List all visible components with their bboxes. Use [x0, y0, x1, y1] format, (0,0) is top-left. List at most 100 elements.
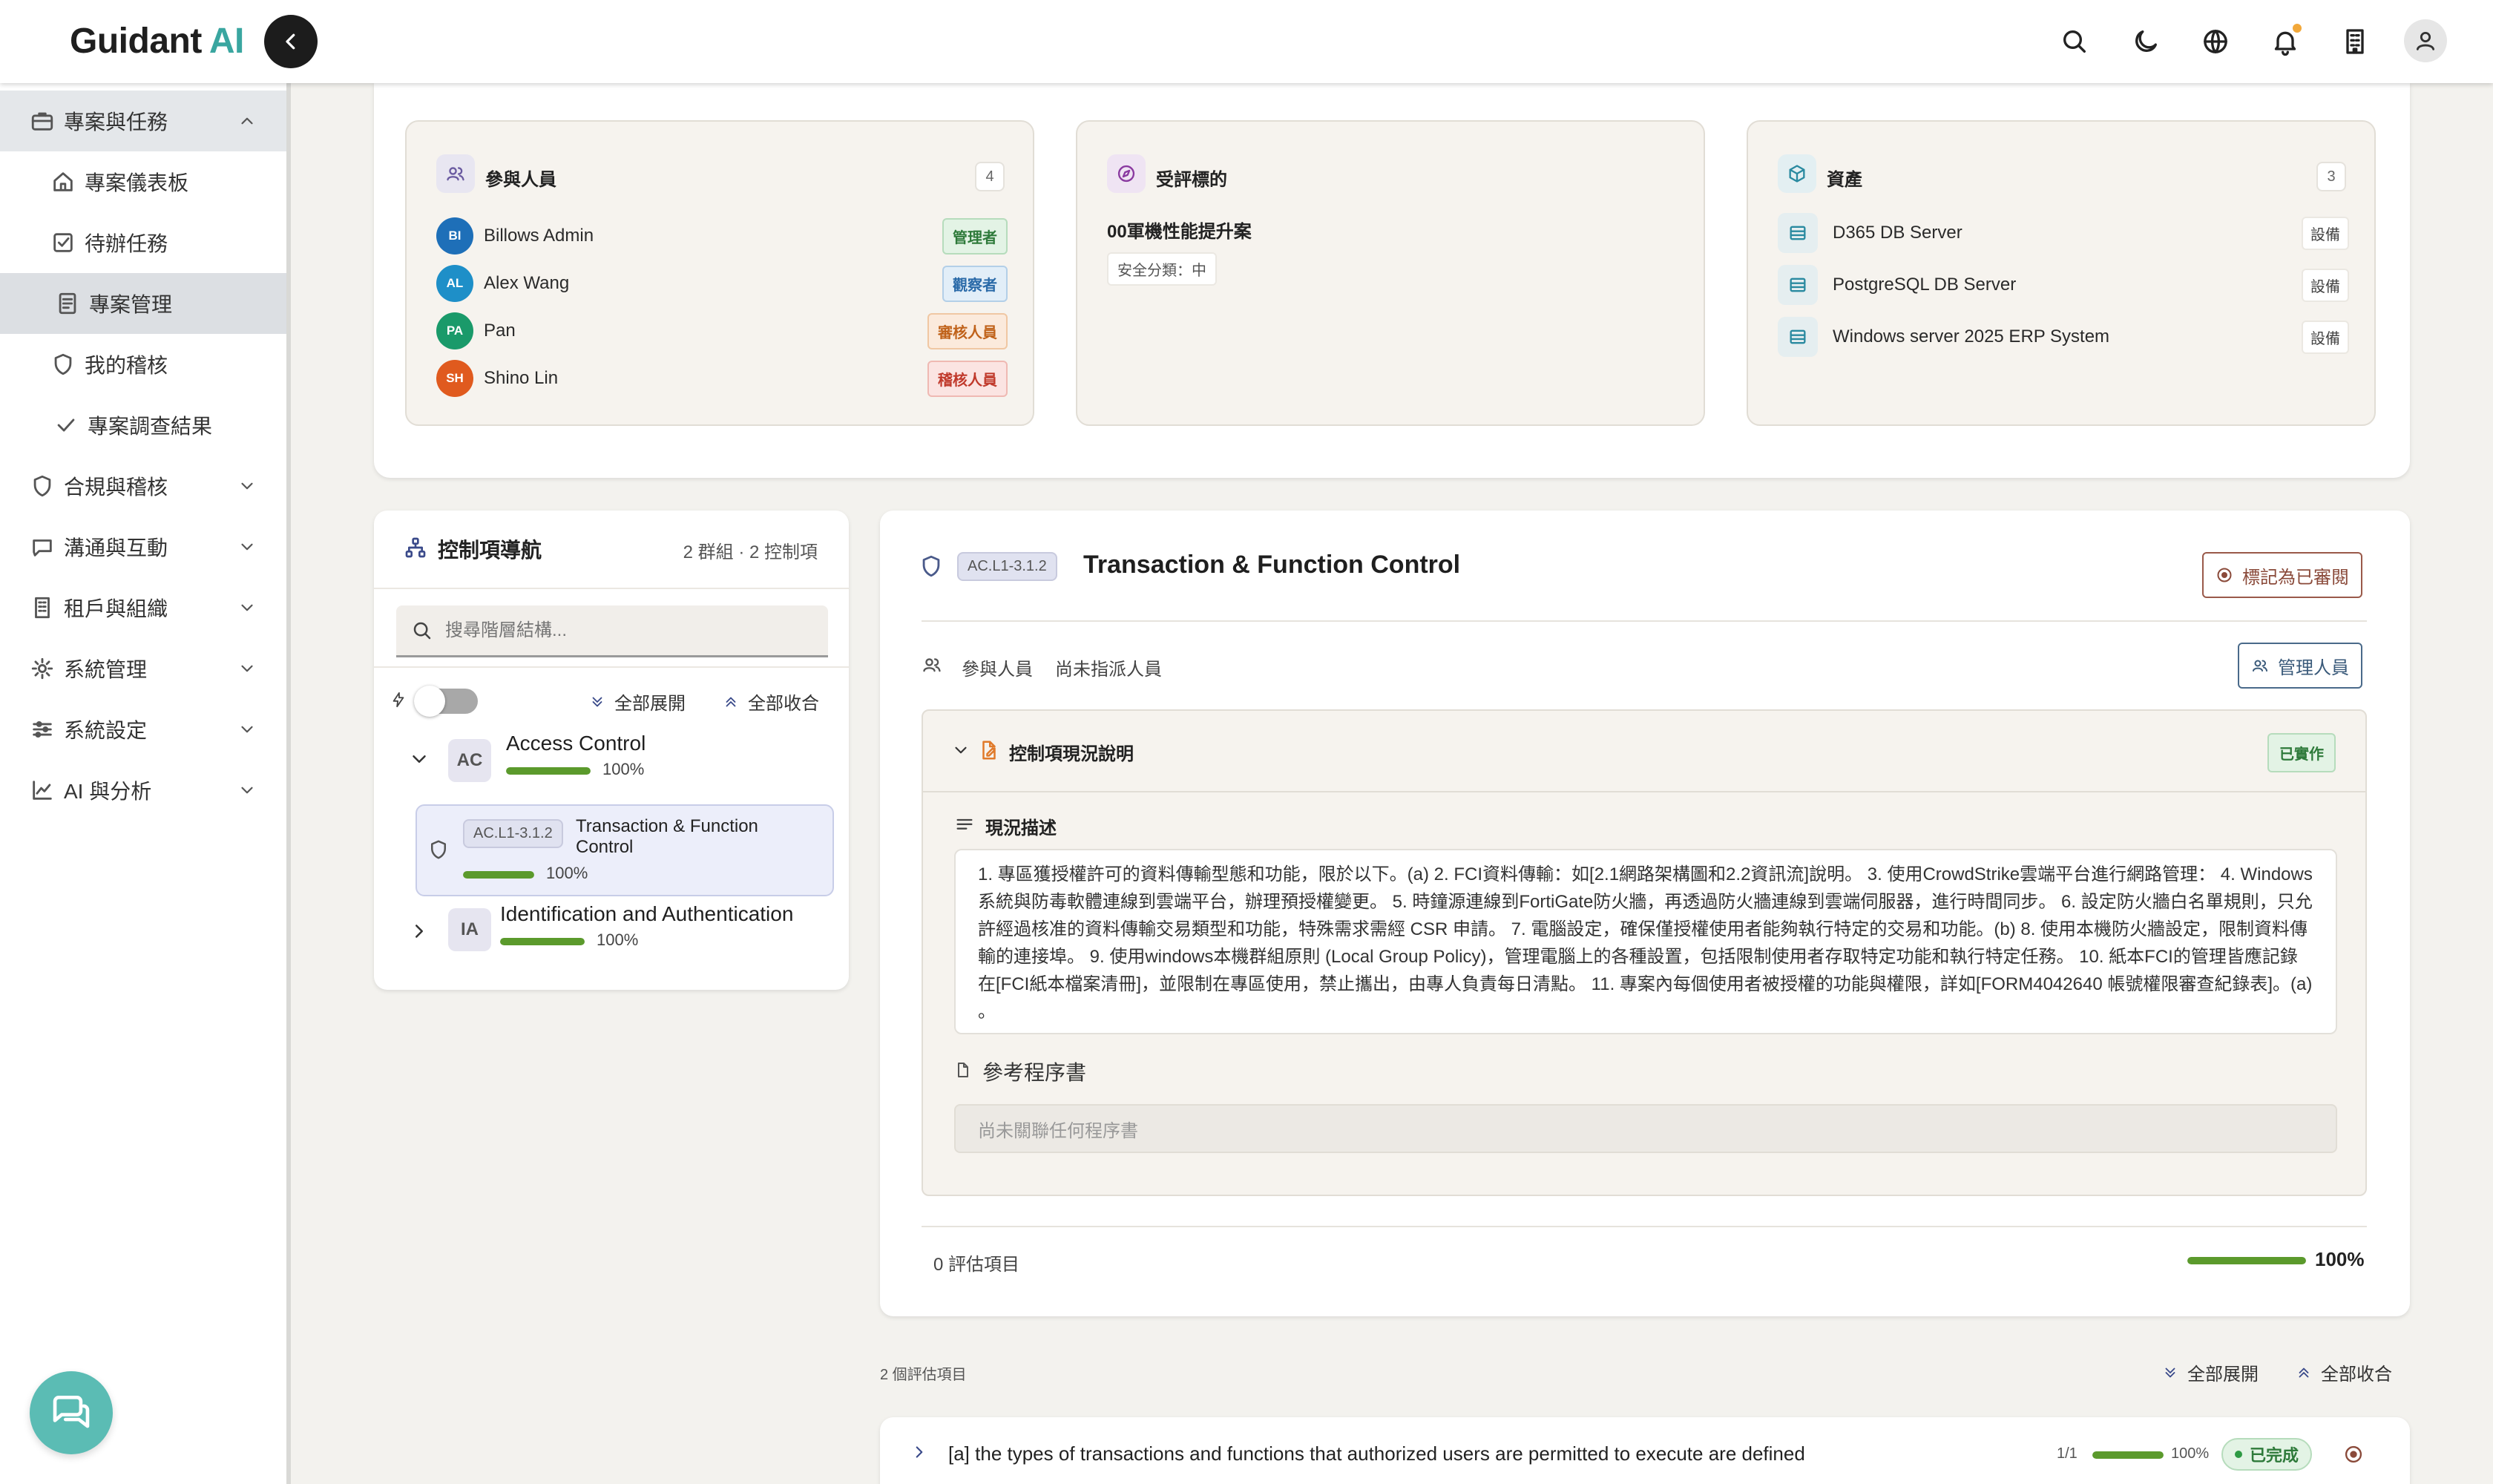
- participant-row[interactable]: SH Shino Lin 稽核人員: [436, 359, 1008, 398]
- sidebar-item-label: 合規與稽核: [64, 476, 168, 499]
- sidebar-item-project-management[interactable]: 專案管理: [0, 273, 286, 334]
- sidebar-item-ai-analytics[interactable]: AI 與分析: [0, 760, 286, 821]
- control-navigation-panel: 控制項導航 2 群組 · 2 控制項 全部展開 全部收合 AC Access C…: [374, 510, 849, 990]
- assessment-item-row[interactable]: [a] the types of transactions and functi…: [880, 1417, 2410, 1484]
- asset-row[interactable]: Windows server 2025 ERP System 設備: [1778, 316, 2349, 358]
- security-classification-badge: 安全分類：中: [1107, 252, 1217, 286]
- sidebar-item-my-audits[interactable]: 我的稽核: [0, 334, 286, 395]
- assets-count: 3: [2316, 162, 2346, 191]
- asset-name: Windows server 2025 ERP System: [1833, 326, 2110, 347]
- hierarchy-search-input[interactable]: [445, 620, 801, 641]
- procedure-empty-state: 尚未關聯任何程序書: [954, 1104, 2337, 1153]
- sidebar-item-tenants[interactable]: 租戶與組織: [0, 577, 286, 638]
- tree-group-identification-authentication[interactable]: IA Identification and Authentication 100…: [404, 902, 819, 971]
- sidebar-item-project-dashboard[interactable]: 專案儀表板: [0, 151, 286, 212]
- group-code-badge: AC: [448, 739, 491, 782]
- chevron-down-icon: [241, 726, 253, 733]
- briefcase-icon: [31, 112, 53, 131]
- chevron-down-icon: [241, 482, 253, 490]
- assessment-collapse-all-button[interactable]: 全部收合: [2296, 1359, 2392, 1385]
- language-button[interactable]: [2198, 24, 2233, 59]
- mark-reviewed-button[interactable]: 標記為已審閱: [2202, 552, 2362, 598]
- control-status-panel: 控制項現況說明 已實作 現況描述 1. 專區獲授權許可的資料傳輸型態和功能，限於…: [922, 709, 2367, 1196]
- participant-row[interactable]: PA Pan 審核人員: [436, 312, 1008, 350]
- manage-people-button[interactable]: 管理人員: [2238, 643, 2362, 689]
- sidebar-item-label: 專案儀表板: [85, 171, 189, 194]
- sidebar-collapse-button[interactable]: [264, 15, 318, 68]
- assessment-item-text: [a] the types of transactions and functi…: [948, 1442, 1805, 1465]
- globe-icon: [2204, 30, 2227, 53]
- asset-type-tag: 設備: [2302, 216, 2349, 250]
- sidebar-item-compliance[interactable]: 合規與稽核: [0, 456, 286, 516]
- sidebar-item-label: 租戶與組織: [64, 597, 168, 620]
- hierarchy-search[interactable]: [396, 605, 828, 657]
- collapse-all-button[interactable]: 全部收合: [723, 689, 819, 715]
- sidebar-item-communication[interactable]: 溝通與互動: [0, 516, 286, 577]
- group-progress-bar: [500, 938, 585, 945]
- chevrons-up-icon: [2299, 1368, 2309, 1377]
- shield-icon: [54, 353, 72, 375]
- sidebar-item-label: AI 與分析: [64, 780, 152, 803]
- record-icon[interactable]: [2343, 1444, 2364, 1465]
- procedure-label: 參考程序書: [982, 1061, 1087, 1084]
- notifications-button[interactable]: [2267, 24, 2303, 59]
- sidebar-item-project-findings[interactable]: 專案調查結果: [0, 395, 286, 456]
- chevron-down-icon: [241, 665, 253, 672]
- completed-status-badge: 已完成: [2221, 1438, 2313, 1471]
- chat-assistant-button[interactable]: [30, 1371, 113, 1454]
- assessment-expand-all-button[interactable]: 全部展開: [2162, 1359, 2259, 1385]
- overall-progress-bar: [2187, 1257, 2306, 1264]
- control-nav-summary: 2 群組 · 2 控制項: [683, 542, 818, 562]
- asset-row[interactable]: PostgreSQL DB Server 設備: [1778, 264, 2349, 306]
- sidebar-item-label: 系統設定: [64, 719, 148, 742]
- participant-row[interactable]: AL Alex Wang 觀察者: [436, 264, 1008, 303]
- group-code-badge: IA: [448, 908, 491, 951]
- top-header: Guidant AI: [0, 0, 2493, 83]
- chevron-left-icon: [286, 33, 295, 50]
- chevron-right-icon[interactable]: [408, 920, 430, 942]
- role-badge: 觀察者: [942, 265, 1008, 302]
- sidebar-item-system-admin[interactable]: 系統管理: [0, 638, 286, 699]
- edit-document-icon: [982, 741, 996, 760]
- participant-row[interactable]: BI Billows Admin 管理者: [436, 217, 1008, 255]
- asset-row[interactable]: D365 DB Server 設備: [1778, 212, 2349, 254]
- control-progress-label: 100%: [546, 864, 588, 882]
- control-detail-card: AC.L1-3.1.2 Transaction & Function Contr…: [880, 510, 2410, 1316]
- chevron-right-icon[interactable]: [910, 1442, 929, 1462]
- theme-toggle-button[interactable]: [2128, 24, 2164, 59]
- file-icon: [958, 1063, 968, 1077]
- chevron-down-icon[interactable]: [408, 748, 430, 770]
- assessment-item-progress-bar: [2092, 1451, 2164, 1459]
- divider: [922, 620, 2367, 622]
- organization-button[interactable]: [2337, 24, 2373, 59]
- auto-mode-toggle[interactable]: [414, 686, 478, 717]
- asset-name: PostgreSQL DB Server: [1833, 275, 2017, 295]
- divider: [922, 1226, 2367, 1227]
- tree-leaf-transaction-function-control[interactable]: AC.L1-3.1.2 Transaction & Function Contr…: [416, 804, 834, 896]
- expand-all-button[interactable]: 全部展開: [589, 689, 686, 715]
- sliders-icon: [33, 720, 52, 738]
- building-icon: [2346, 29, 2364, 54]
- gear-icon: [31, 657, 53, 680]
- user-avatar-button[interactable]: [2404, 19, 2447, 62]
- control-code-chip: AC.L1-3.1.2: [463, 819, 563, 848]
- target-name: 00軍機性能提升案: [1107, 222, 1252, 242]
- chevron-down-icon[interactable]: [951, 741, 970, 760]
- users-icon: [2253, 660, 2267, 672]
- chevrons-down-icon: [592, 697, 602, 706]
- asset-type-tag: 設備: [2302, 268, 2349, 302]
- chat-icon: [33, 539, 52, 556]
- shield-icon: [33, 475, 51, 497]
- tree-group-access-control[interactable]: AC Access Control 100%: [404, 732, 819, 798]
- sidebar-item-todo-tasks[interactable]: 待辦任務: [0, 212, 286, 273]
- sidebar-item-system-settings[interactable]: 系統設定: [0, 699, 286, 760]
- status-panel-header[interactable]: 控制項現況說明 已實作: [923, 711, 2365, 792]
- sidebar-item-projects-tasks[interactable]: 專案與任務: [0, 91, 286, 151]
- toggle-knob: [414, 686, 445, 717]
- collapse-all-label: 全部收合: [2321, 1365, 2392, 1385]
- brand-logo[interactable]: Guidant AI: [70, 21, 244, 62]
- search-button[interactable]: [2057, 24, 2092, 59]
- group-progress-bar: [506, 767, 591, 775]
- divider: [374, 588, 849, 589]
- sidebar-item-label: 專案調查結果: [88, 415, 213, 438]
